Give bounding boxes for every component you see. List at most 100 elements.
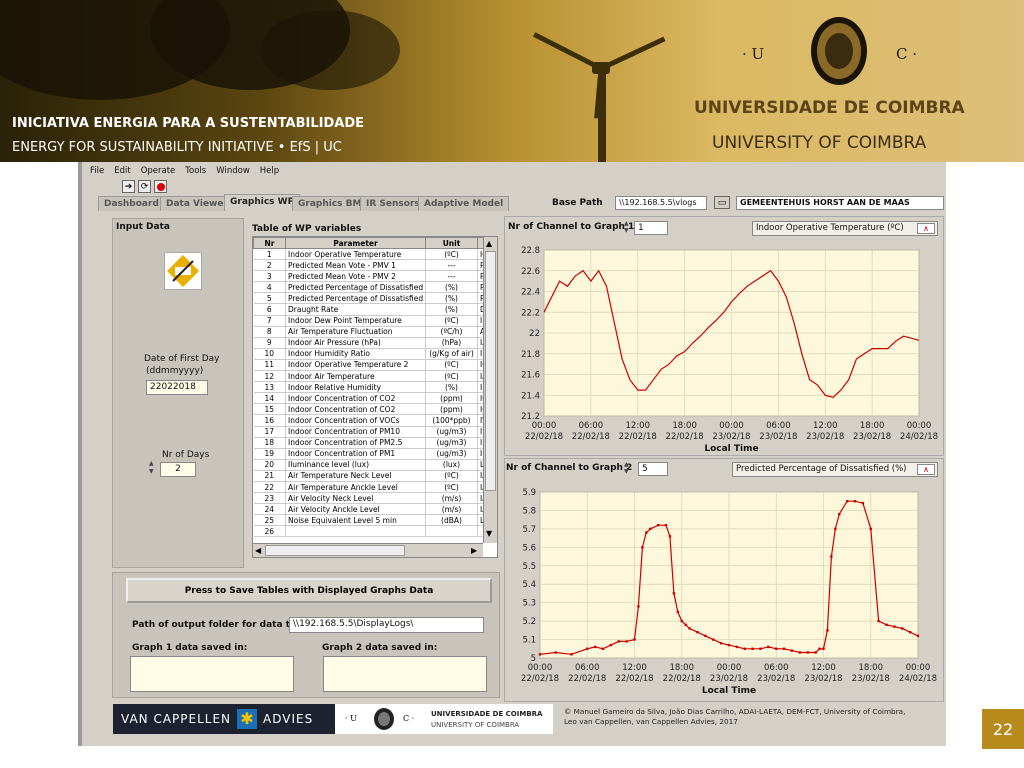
scroll-left-icon[interactable]: ◀ (255, 546, 261, 555)
table-row[interactable]: 12Indoor Air Temperature(ºC)IAT (253, 370, 496, 383)
table-row[interactable]: 14Indoor Concentration of CO2(ppm)ICC (253, 392, 496, 405)
footer-logo-strip: VAN CAPPELLEN ✱ ADVIES · U C · UNIVERSID… (113, 704, 553, 734)
table-row[interactable]: 16Indoor Concentration of VOCs(100*ppb)I… (253, 414, 496, 427)
table-row[interactable]: 3Predicted Mean Vote - PMV 2---PM (253, 270, 496, 283)
cell-unit (425, 525, 478, 538)
cell-parameter: Indoor Dew Point Temperature (285, 315, 426, 327)
graph2-channel-stepper-icon[interactable]: ▲ ▼ (624, 461, 629, 475)
x-tick-label: 18:00 (859, 663, 884, 673)
y-tick-label: 21.4 (521, 391, 540, 401)
data-point (830, 555, 833, 558)
run-arrow-icon[interactable]: ➔ (122, 180, 135, 193)
tab-adaptive-model[interactable]: Adaptive Model (418, 196, 510, 211)
abort-icon[interactable] (154, 180, 167, 193)
tab-data-viewer[interactable]: Data Viewer (160, 196, 234, 211)
table-row[interactable]: 21Air Temperature Neck Level(ºC)IAT (253, 470, 496, 482)
tab-dashboard[interactable]: Dashboard (98, 196, 165, 211)
table-row[interactable]: 17Indoor Concentration of PM10(ug/m3)IPN (253, 426, 496, 438)
data-point (538, 653, 542, 656)
x-tick-label: 06:00 (579, 421, 604, 431)
output-folder-input[interactable]: \\192.168.5.5\DisplayLogs\ (289, 617, 484, 633)
initiative-title-en: ENERGY FOR SUSTAINABILITY INITIATIVE • E… (12, 140, 342, 155)
data-point (743, 647, 746, 650)
data-point (759, 647, 762, 650)
data-point (570, 653, 573, 656)
table-hscroll-thumb[interactable] (265, 545, 405, 556)
graph1-chart[interactable]: 21.221.421.621.82222.222.422.622.800:002… (504, 238, 944, 456)
van-cappellen-star-icon: ✱ (237, 709, 257, 729)
menu-file[interactable]: File (90, 166, 104, 176)
table-row[interactable]: 5 Predicted Percentage of Dissatisfied (%)… (253, 292, 496, 305)
scroll-up-icon[interactable]: ▲ (486, 239, 492, 248)
graph2-chart[interactable]: 55.15.25.35.45.55.65.75.85.900:0022/02/1… (504, 480, 944, 702)
table-scroll-thumb[interactable] (485, 251, 496, 491)
y-tick-label: 5.5 (522, 562, 536, 572)
table-row[interactable]: 4 Predicted Percentage of Dissatisfied (%)… (253, 281, 496, 294)
scroll-right-icon[interactable]: ▶ (471, 546, 477, 555)
table-row[interactable]: 11Indoor Operative Temperature 2(ºC)IOT (253, 359, 496, 372)
graph2-channel-input[interactable]: 5 (638, 462, 668, 476)
graph1-channel-stepper-icon[interactable]: ▲ ▼ (624, 220, 629, 234)
tab-graphics-bm[interactable]: Graphics BM (292, 196, 368, 211)
table-row[interactable]: 10Indoor Humidity Ratio(g/Kg of air)IHI (253, 348, 496, 360)
table-row[interactable]: 2Predicted Mean Vote - PMV 1---PM (253, 259, 496, 272)
cell-parameter (285, 525, 426, 538)
table-row[interactable]: 26 (253, 525, 496, 538)
cell-parameter: Predicted Mean Vote - PMV 1 (285, 259, 426, 272)
input-data-title: Input Data (116, 222, 170, 232)
table-row[interactable]: 13Indoor Relative Humidity(%)IRH (253, 381, 496, 394)
run-continuous-icon[interactable]: ⟳ (138, 180, 151, 193)
table-row[interactable]: 22Air Temperature Anckle Level(ºC)IAT (253, 481, 496, 494)
tab-ir-sensors[interactable]: IR Sensors (360, 196, 426, 211)
table-row[interactable]: 20Iluminance level (lux)(lux)Lx (253, 459, 496, 471)
table-row[interactable]: 25Noise Equivalent Level 5 min(dBA)Lae (253, 514, 496, 527)
cell-nr: 10 (253, 348, 286, 360)
menu-help[interactable]: Help (260, 166, 279, 176)
uc-logo-left: · U (742, 45, 765, 63)
scroll-down-icon[interactable]: ▼ (486, 529, 492, 538)
nr-of-days-label: Nr of Days (162, 450, 210, 460)
save-tables-button[interactable]: Press to Save Tables with Displayed Grap… (126, 578, 492, 603)
cell-nr: 5 (253, 292, 286, 305)
table-row[interactable]: 1Indoor Operative Temperature(ºC)IOT (253, 248, 496, 261)
table-row[interactable]: 6Draught Rate(%)DR (253, 303, 496, 316)
table-horizontal-scrollbar[interactable]: ◀ ▶ (253, 543, 483, 557)
y-tick-label: 21.6 (521, 371, 540, 381)
days-stepper-icon[interactable]: ▲ ▼ (149, 460, 159, 476)
nr-of-days-input[interactable]: 2 (160, 462, 196, 477)
data-point (727, 643, 731, 647)
data-point (834, 527, 837, 531)
data-point (861, 501, 865, 505)
cell-nr: 7 (253, 315, 286, 327)
table-vertical-scrollbar[interactable]: ▲ ▼ (483, 237, 497, 543)
cell-parameter: Air Temperature Fluctuation (285, 326, 426, 338)
y-tick-label: 22.2 (521, 308, 540, 318)
base-path-input[interactable]: \\192.168.5.5\vlogs (615, 196, 707, 210)
browse-folder-icon[interactable]: ▭ (714, 196, 730, 209)
cell-nr: 24 (253, 503, 286, 516)
output-folder-label: Path of output folder for data table (132, 620, 312, 630)
cell-nr: 3 (253, 270, 286, 283)
data-point (901, 627, 904, 630)
menu-tools[interactable]: Tools (185, 166, 206, 176)
wp-variables-table[interactable]: Nr Parameter Unit 1 Indoor Operative Temp… (252, 236, 498, 558)
table-row[interactable]: 24Air Velocity Anckle Level(m/s)IAV (253, 503, 496, 516)
table-row[interactable]: 7Indoor Dew Point Temperature(ºC)IDI (253, 315, 496, 327)
table-row[interactable]: 19Indoor Concentration of PM1(ug/m3)IPN (253, 448, 496, 460)
y-tick-label: 5.9 (522, 488, 536, 498)
menu-edit[interactable]: Edit (114, 166, 130, 176)
x-tick-label: 00:00 (532, 421, 557, 431)
table-row[interactable]: 9Indoor Air Pressure (hPa)(hPa)IAF (253, 337, 496, 349)
date-first-day-input[interactable]: 22022018 (146, 380, 208, 395)
table-row[interactable]: 23Air Velocity Neck Level(m/s)IAV (253, 492, 496, 505)
table-row[interactable]: 18Indoor Concentration of PM2.5(ug/m3)IP… (253, 437, 496, 449)
cell-unit: (%) (425, 303, 478, 316)
cell-unit: (ug/m3) (425, 437, 478, 449)
menu-window[interactable]: Window (216, 166, 250, 176)
menu-operate[interactable]: Operate (141, 166, 176, 176)
tab-graphics-wp[interactable]: Graphics WP (224, 194, 301, 211)
graph1-channel-input[interactable]: 1 (634, 221, 668, 235)
table-row[interactable]: 15Indoor Concentration of CO2(ppm)ICC (253, 403, 496, 416)
table-row[interactable]: 8Air Temperature Fluctuation(ºC/h)AT (253, 326, 496, 338)
slide-number: 22 (982, 709, 1024, 749)
